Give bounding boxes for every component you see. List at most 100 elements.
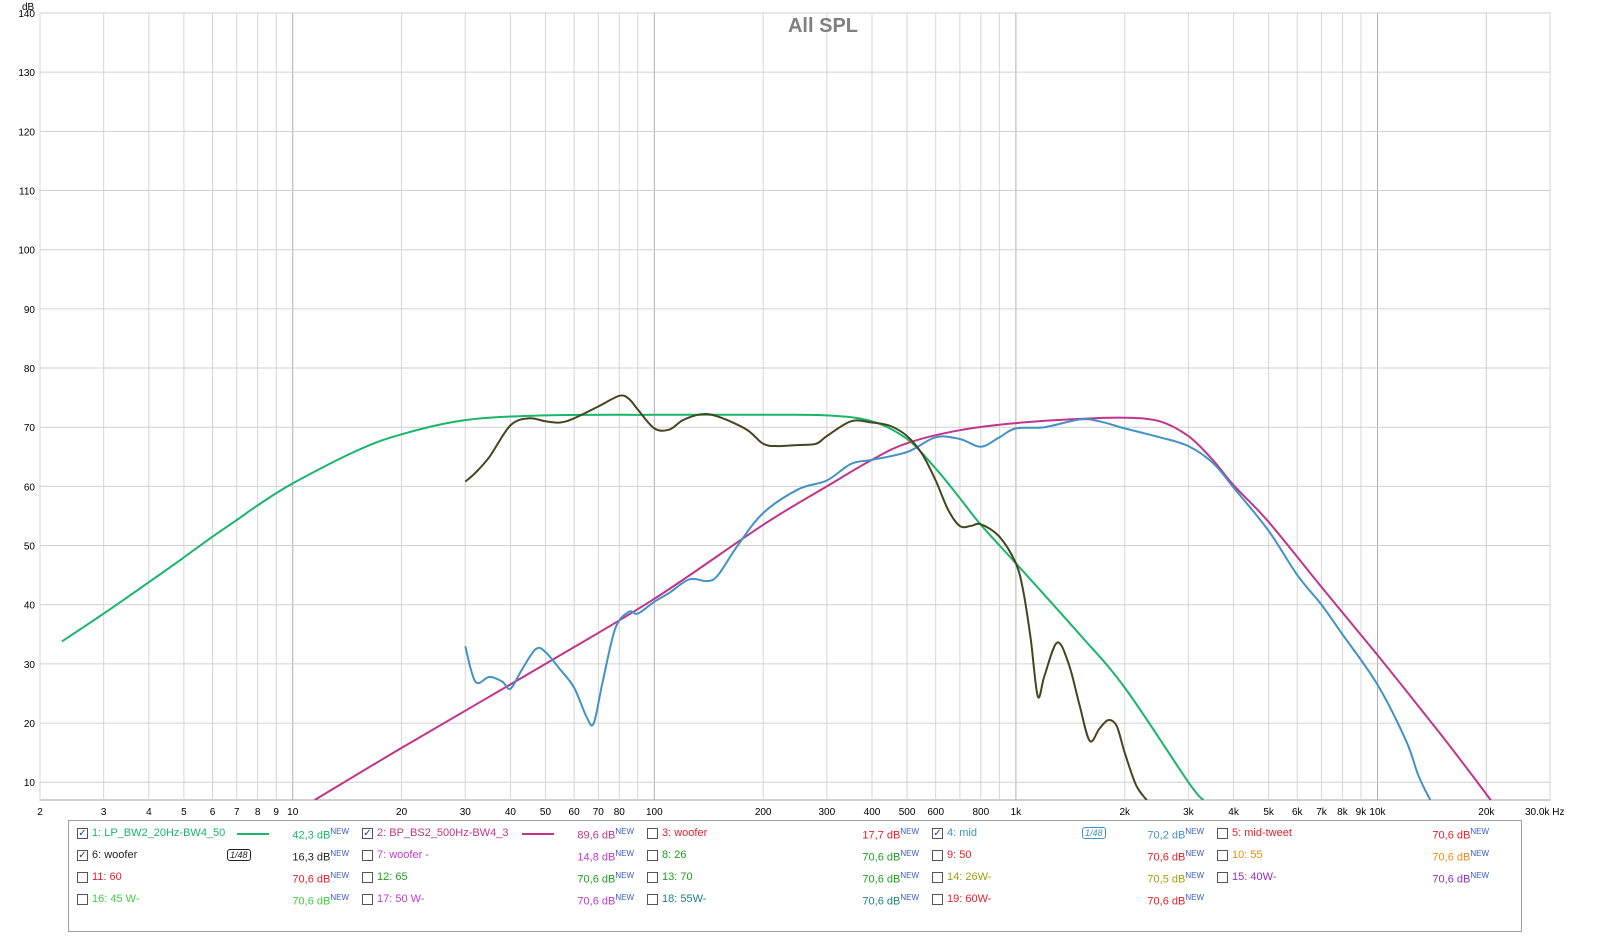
legend-checkbox[interactable] (1217, 850, 1228, 861)
legend-checkbox[interactable] (77, 872, 88, 883)
legend-label: 18: 55W- (662, 893, 707, 905)
x-tick-label: 100 (646, 807, 663, 815)
legend-label: 13: 70 (662, 871, 693, 883)
legend-item[interactable]: 17: 50 W- 70,6 dBNEW (362, 890, 642, 910)
spl-chart: 102030405060708090100110120130140dB2 3 4 5 6… (18, 2, 1564, 815)
legend-checkbox[interactable] (647, 894, 658, 905)
legend-smoothing-swatch: 1/48 (222, 849, 254, 862)
x-tick-label: 9 (273, 807, 279, 815)
legend-item[interactable]: 11: 60 70,6 dBNEW (77, 868, 357, 888)
legend-checkbox[interactable]: ✓ (362, 828, 373, 839)
legend-checkbox[interactable] (647, 872, 658, 883)
legend-checkbox[interactable] (647, 850, 658, 861)
legend-item[interactable]: ✓ 2: BP_BS2_500Hz-BW4_3 89,6 dBNEW (362, 824, 642, 844)
legend-label: 12: 65 (377, 871, 408, 883)
legend-level: 14,8 dBNEW (577, 849, 634, 864)
legend-checkbox[interactable] (362, 894, 373, 905)
legend-checkbox[interactable] (932, 894, 943, 905)
x-tick-label: 5k (1263, 807, 1275, 815)
legend-item[interactable]: 14: 26W- 70,5 dBNEW (932, 868, 1212, 888)
legend-level: 16,3 dBNEW (292, 849, 349, 864)
x-tick-label: 6k (1292, 807, 1304, 815)
y-tick-label: 90 (24, 305, 36, 316)
legend-label: 11: 60 (92, 871, 122, 883)
x-tick-label: 7 (234, 807, 240, 815)
y-tick-label: 120 (18, 127, 35, 138)
chart-title: All SPL (788, 15, 858, 37)
legend-item[interactable]: 9: 50 70,6 dBNEW (932, 846, 1212, 866)
legend-checkbox[interactable] (77, 894, 88, 905)
legend-smoothing-swatch: 1/48 (1077, 827, 1109, 840)
legend-level: 70,6 dBNEW (1432, 871, 1489, 886)
legend-swatch (237, 833, 269, 835)
legend-checkbox[interactable] (932, 850, 943, 861)
y-tick-label: 100 (18, 246, 35, 257)
y-axis-label: dB (22, 2, 35, 13)
legend-item[interactable]: 8: 26 70,6 dBNEW (647, 846, 927, 866)
legend-label: 6: woofer (92, 849, 138, 861)
x-tick-label: 20k (1478, 807, 1495, 815)
legend-level: 70,6 dBNEW (862, 849, 919, 864)
x-tick-label: 4 (146, 807, 152, 815)
legend-checkbox[interactable] (1217, 872, 1228, 883)
y-tick-label: 50 (24, 542, 36, 553)
legend-label: 2: BP_BS2_500Hz-BW4_3 (377, 827, 509, 839)
legend-checkbox[interactable] (647, 828, 658, 839)
legend-item[interactable]: 3: woofer 17,7 dBNEW (647, 824, 927, 844)
y-tick-label: 60 (24, 482, 36, 493)
x-tick-label: 200 (755, 807, 772, 815)
x-tick-label: 60 (569, 807, 581, 815)
x-tick-label: 20 (396, 807, 408, 815)
legend-item[interactable]: 15: 40W- 70,6 dBNEW (1217, 868, 1497, 888)
x-tick-label: 800 (973, 807, 990, 815)
y-tick-label: 40 (24, 601, 36, 612)
legend-item[interactable]: ✓ 1: LP_BW2_20Hz-BW4_50 42,3 dBNEW (77, 824, 357, 844)
legend-label: 17: 50 W- (377, 893, 425, 905)
legend-item[interactable]: 13: 70 70,6 dBNEW (647, 868, 927, 888)
x-tick-label: 70 (593, 807, 605, 815)
legend-item[interactable]: 5: mid-tweet 70,6 dBNEW (1217, 824, 1497, 844)
legend-item[interactable]: ✓ 6: woofer 1/48 16,3 dBNEW (77, 846, 357, 866)
y-tick-label: 20 (24, 719, 36, 730)
legend-item[interactable]: 10: 55 70,6 dBNEW (1217, 846, 1497, 866)
legend-label: 14: 26W- (947, 871, 992, 883)
x-tick-label: 10 (287, 807, 299, 815)
x-tick-label: 300 (818, 807, 835, 815)
x-tick-label: 500 (899, 807, 916, 815)
legend-swatch (522, 833, 554, 835)
x-tick-label: 80 (614, 807, 626, 815)
legend-level: 70,6 dBNEW (292, 893, 349, 908)
legend-label: 1: LP_BW2_20Hz-BW4_50 (92, 827, 226, 839)
x-tick-label: 8k (1337, 807, 1349, 815)
legend-item[interactable]: 12: 65 70,6 dBNEW (362, 868, 642, 888)
x-tick-label: 7k (1316, 807, 1328, 815)
x-tick-label: 1k (1011, 807, 1023, 815)
legend-item[interactable]: ✓ 4: mid 1/48 70,2 dBNEW (932, 824, 1212, 844)
legend-checkbox[interactable]: ✓ (932, 828, 943, 839)
legend-item[interactable]: 18: 55W- 70,6 dBNEW (647, 890, 927, 910)
legend-level: 70,6 dBNEW (862, 893, 919, 908)
x-tick-label: 3 (101, 807, 107, 815)
legend-item[interactable]: 16: 45 W- 70,6 dBNEW (77, 890, 357, 910)
legend-label: 3: woofer (662, 827, 708, 839)
legend-item[interactable]: 7: woofer - 14,8 dBNEW (362, 846, 642, 866)
legend-checkbox[interactable]: ✓ (77, 850, 88, 861)
legend-checkbox[interactable] (932, 872, 943, 883)
legend-level: 70,6 dBNEW (1147, 849, 1204, 864)
legend-label: 19: 60W- (947, 893, 992, 905)
legend-label: 15: 40W- (1232, 871, 1277, 883)
legend-checkbox[interactable]: ✓ (77, 828, 88, 839)
legend-level: 70,6 dBNEW (862, 871, 919, 886)
y-tick-label: 70 (24, 423, 36, 434)
legend-label: 4: mid (947, 827, 977, 839)
legend-item[interactable]: 19: 60W- 70,6 dBNEW (932, 890, 1212, 910)
legend-level: 70,2 dBNEW (1147, 827, 1204, 842)
legend-checkbox[interactable] (1217, 828, 1228, 839)
x-tick-label: 50 (540, 807, 552, 815)
legend-checkbox[interactable] (362, 850, 373, 861)
legend-checkbox[interactable] (362, 872, 373, 883)
legend-level: 42,3 dBNEW (292, 827, 349, 842)
legend-label: 7: woofer - (377, 849, 429, 861)
x-tick-label: 40 (505, 807, 517, 815)
x-tick-label: 2 (37, 807, 43, 815)
